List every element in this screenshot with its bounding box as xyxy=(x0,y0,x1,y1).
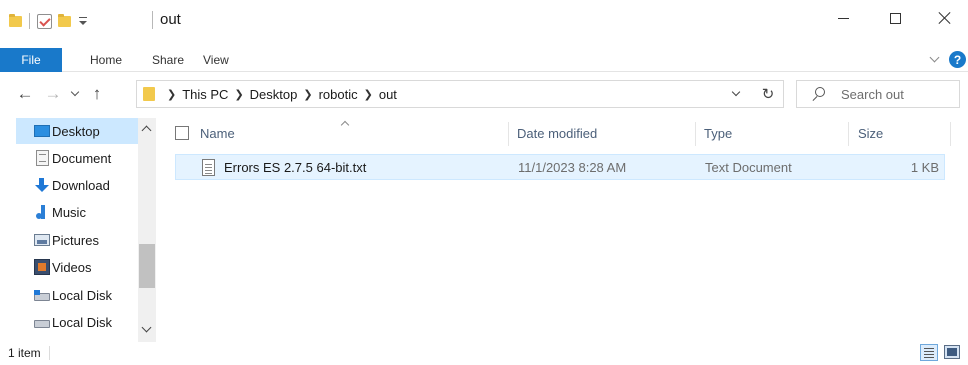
sidebar-item-documents[interactable]: Document xyxy=(0,145,138,171)
maximize-icon xyxy=(889,12,901,24)
close-icon xyxy=(938,11,952,25)
text-file-icon xyxy=(202,159,215,176)
column-date-modified[interactable]: Date modified xyxy=(517,118,597,148)
sidebar-item-label: Videos xyxy=(52,259,92,275)
scroll-up-icon[interactable] xyxy=(141,124,152,136)
tab-view[interactable]: View xyxy=(203,48,229,72)
sidebar-scrollbar[interactable] xyxy=(138,118,156,342)
back-button[interactable]: ← xyxy=(16,84,34,104)
toolbar-divider xyxy=(29,13,30,29)
chevron-down-icon xyxy=(70,87,80,97)
sidebar-item-videos[interactable]: Videos xyxy=(0,254,138,280)
column-type[interactable]: Type xyxy=(704,118,732,148)
help-icon[interactable]: ? xyxy=(949,51,966,68)
details-view-icon[interactable] xyxy=(920,344,938,361)
navigation-pane: Desktop Document Download Music Pictures… xyxy=(0,118,156,342)
expand-ribbon-icon[interactable] xyxy=(930,54,940,64)
documents-icon xyxy=(36,150,49,166)
sidebar-item-music[interactable]: Music xyxy=(0,199,138,225)
new-folder-icon[interactable] xyxy=(58,13,71,27)
table-row[interactable]: Errors ES 2.7.5 64-bit.txt 11/1/2023 8:2… xyxy=(175,154,945,180)
breadcrumb-separator-icon[interactable]: ❯ xyxy=(303,88,312,101)
file-date-modified: 11/1/2023 8:28 AM xyxy=(518,159,627,175)
column-divider[interactable] xyxy=(695,122,696,146)
refresh-icon[interactable]: ↻ xyxy=(759,85,777,103)
sidebar-item-local-disk-c[interactable]: Local Disk xyxy=(0,282,138,308)
scrollbar-thumb[interactable] xyxy=(139,244,155,288)
local-disk-icon xyxy=(34,317,50,328)
properties-check-icon[interactable] xyxy=(37,13,52,29)
pictures-icon xyxy=(34,234,50,246)
file-type: Text Document xyxy=(705,159,792,175)
address-bar[interactable]: ❯ This PC ❯ Desktop ❯ robotic ❯ out ↻ xyxy=(136,80,784,108)
window-title: out xyxy=(152,11,181,29)
close-button[interactable] xyxy=(922,0,968,36)
breadcrumb-separator-icon[interactable]: ❯ xyxy=(234,88,243,101)
title-bar: out xyxy=(0,0,968,40)
status-bar: 1 item xyxy=(0,342,968,365)
file-list: Name Date modified Type Size Errors ES 2… xyxy=(158,118,960,342)
sidebar-item-label: Document xyxy=(52,150,112,166)
downloads-icon xyxy=(34,177,50,193)
ribbon-tabs: File Home Share View ? xyxy=(0,48,968,72)
sidebar-item-pictures[interactable]: Pictures xyxy=(0,227,138,253)
address-history-dropdown[interactable] xyxy=(731,87,743,99)
quick-access-toolbar xyxy=(6,12,92,30)
item-count: 1 item xyxy=(8,346,50,360)
breadcrumb-out[interactable]: out xyxy=(379,87,397,102)
minimize-button[interactable] xyxy=(820,0,866,36)
breadcrumb-robotic[interactable]: robotic xyxy=(319,87,358,102)
file-size: 1 KB xyxy=(910,159,939,175)
sidebar-item-label: Download xyxy=(52,177,110,193)
column-divider[interactable] xyxy=(848,122,849,146)
videos-icon xyxy=(34,259,50,275)
maximize-button[interactable] xyxy=(872,0,918,36)
forward-button[interactable]: → xyxy=(44,84,62,104)
local-disk-windows-icon xyxy=(34,290,50,301)
desktop-icon xyxy=(34,125,50,137)
column-header-row: Name Date modified Type Size xyxy=(158,118,960,148)
column-divider[interactable] xyxy=(508,122,509,146)
large-icons-view-icon[interactable] xyxy=(944,345,960,359)
tab-file[interactable]: File xyxy=(0,48,62,72)
arrow-right-icon: → xyxy=(44,84,62,103)
column-name[interactable]: Name xyxy=(200,118,235,148)
sidebar-item-label: Local Disk xyxy=(52,287,112,303)
breadcrumb-separator-icon[interactable]: ❯ xyxy=(364,88,373,101)
file-name[interactable]: Errors ES 2.7.5 64-bit.txt xyxy=(224,155,366,179)
sidebar-item-desktop[interactable]: Desktop xyxy=(16,118,138,144)
chevron-down-icon xyxy=(731,87,741,97)
up-button[interactable]: ↑ xyxy=(88,84,106,104)
minimize-icon xyxy=(837,17,849,19)
column-divider[interactable] xyxy=(950,122,951,146)
recent-locations-button[interactable] xyxy=(68,84,82,104)
customize-qat-icon[interactable] xyxy=(78,14,88,28)
sidebar-item-label: Pictures xyxy=(52,232,99,248)
sidebar-item-label: Desktop xyxy=(52,123,100,139)
breadcrumb-this-pc[interactable]: This PC xyxy=(182,87,228,102)
tab-home[interactable]: Home xyxy=(90,48,122,72)
arrow-left-icon: ← xyxy=(16,84,34,103)
breadcrumb-separator-icon[interactable]: ❯ xyxy=(167,88,176,101)
scroll-down-icon[interactable] xyxy=(141,322,152,336)
arrow-up-icon: ↑ xyxy=(92,84,102,103)
sidebar-item-label: Local Disk xyxy=(52,314,112,330)
sidebar-item-downloads[interactable]: Download xyxy=(0,172,138,198)
navigation-bar: ← → ↑ ❯ This PC ❯ Desktop ❯ robotic ❯ ou… xyxy=(0,78,968,112)
tab-share[interactable]: Share xyxy=(152,48,184,72)
sidebar-item-label: Music xyxy=(52,204,86,220)
sidebar-item-local-disk-d[interactable]: Local Disk xyxy=(0,309,138,335)
breadcrumb-desktop[interactable]: Desktop xyxy=(250,87,298,102)
column-size[interactable]: Size xyxy=(858,118,883,148)
sort-ascending-icon xyxy=(340,119,350,130)
folder-icon xyxy=(143,87,155,101)
folder-icon xyxy=(9,13,22,27)
select-all-checkbox[interactable] xyxy=(175,126,189,140)
search-input[interactable]: Search out xyxy=(841,87,904,102)
search-box[interactable]: Search out xyxy=(796,80,960,108)
search-icon xyxy=(811,87,825,101)
music-icon xyxy=(34,204,50,220)
